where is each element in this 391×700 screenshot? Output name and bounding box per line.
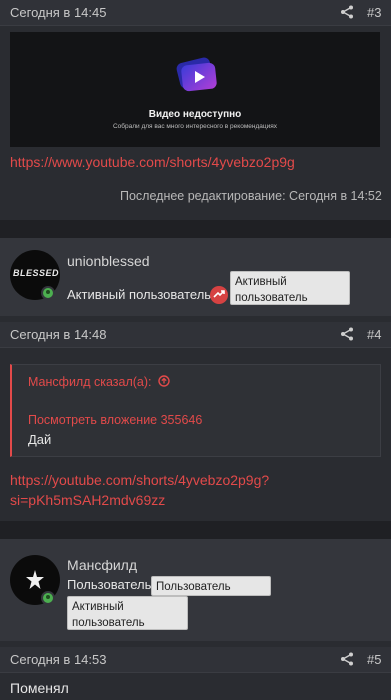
post-text: Поменял: [10, 680, 69, 696]
edited-note: Последнее редактирование: Сегодня в 14:5…: [120, 189, 382, 203]
quote-block: Мансфилд сказал(а): Посмотреть вложение …: [10, 364, 381, 457]
link-line-2: si=pKh5mSAH2mdv69zz: [10, 492, 166, 508]
user-role: Активный пользователь: [67, 287, 212, 302]
post-number[interactable]: #4: [367, 327, 381, 342]
username[interactable]: Мансфилд: [67, 557, 137, 573]
username[interactable]: unionblessed: [67, 253, 150, 269]
role-tooltip: Активный пользователь: [67, 596, 188, 630]
role-tooltip: Активный пользователь: [230, 271, 350, 305]
post-header-4: Сегодня в 14:48 #4: [0, 322, 391, 348]
online-indicator: [41, 591, 55, 605]
post-header-5: Сегодня в 14:53 #5: [0, 647, 391, 673]
youtube-link[interactable]: https://youtube.com/shorts/4yvebzo2p9g? …: [10, 470, 269, 510]
post-date[interactable]: Сегодня в 14:48: [10, 327, 106, 342]
online-indicator: [41, 286, 55, 300]
post-separator: [0, 220, 391, 238]
post-separator: [0, 521, 391, 539]
attachment-link[interactable]: Посмотреть вложение 355646: [28, 413, 202, 427]
quote-text: Дай: [28, 432, 52, 447]
user-role: Пользователь: [67, 577, 152, 592]
user-info-block: Мансфилд Пользователь Пользователь Актив…: [0, 539, 391, 641]
quote-author[interactable]: Мансфилд сказал(а):: [28, 375, 170, 389]
post-date[interactable]: Сегодня в 14:53: [10, 652, 106, 667]
youtube-link[interactable]: https://www.youtube.com/shorts/4yvebzo2p…: [10, 152, 295, 172]
play-icon: [176, 57, 217, 92]
share-icon[interactable]: [340, 5, 354, 19]
share-icon[interactable]: [340, 327, 354, 341]
arrow-up-circle-icon: [158, 375, 170, 387]
video-embed[interactable]: Видео недоступно Собрали для вас много и…: [10, 32, 380, 147]
role-tooltip: Пользователь: [151, 576, 271, 596]
post-number[interactable]: #3: [367, 5, 381, 20]
arrow-up-circle-icon[interactable]: [210, 286, 228, 304]
link-line-1: https://youtube.com/shorts/4yvebzo2p9g?: [10, 472, 270, 488]
post-header-3: Сегодня в 14:45 #3: [0, 0, 391, 26]
user-info-block: BLESSED unionblessed Активный пользовате…: [0, 238, 391, 316]
video-title: Видео недоступно: [148, 109, 242, 120]
badge-icon: [26, 570, 44, 589]
video-subtitle: Собрали для вас много интересного в реко…: [112, 123, 278, 130]
post-date[interactable]: Сегодня в 14:45: [10, 5, 106, 20]
share-icon[interactable]: [340, 652, 354, 666]
post-number[interactable]: #5: [367, 652, 381, 667]
quote-author-name: Мансфилд сказал(а):: [28, 375, 152, 389]
avatar-text: BLESSED: [13, 268, 60, 278]
